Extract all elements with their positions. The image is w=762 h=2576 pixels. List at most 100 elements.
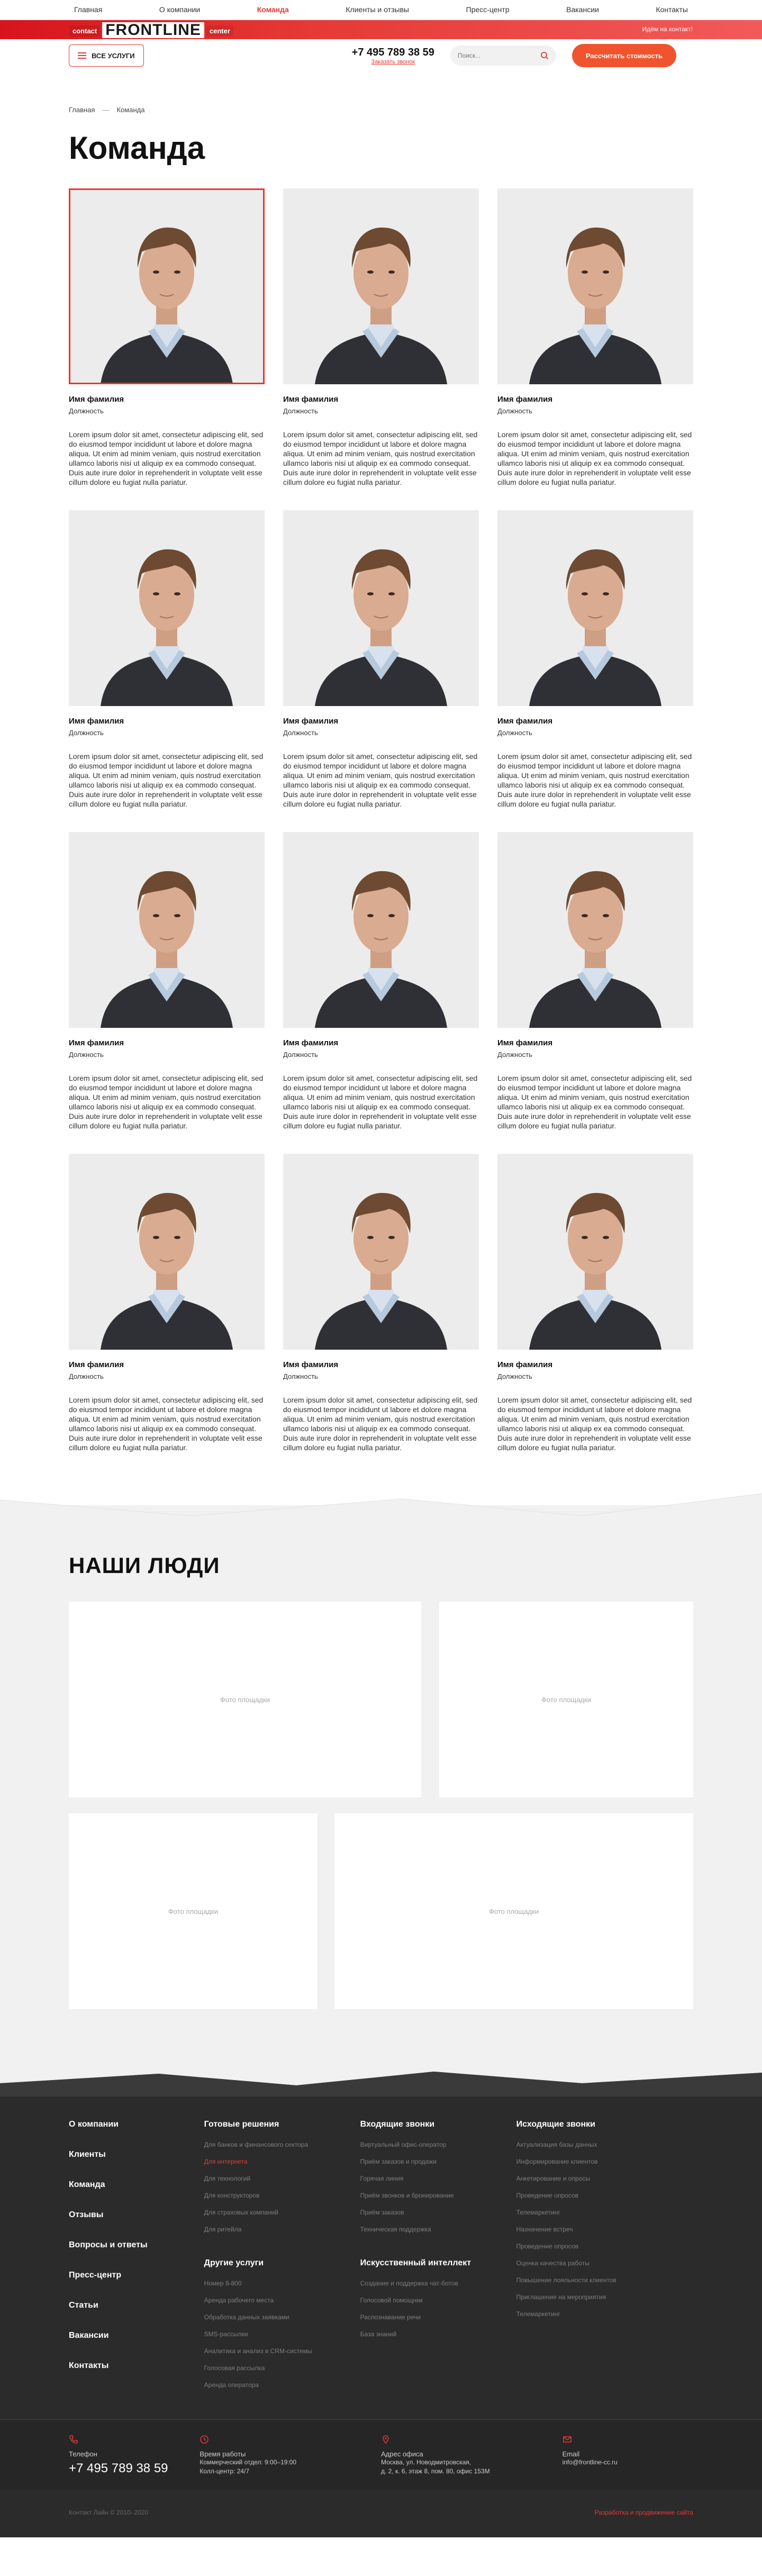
footer-link[interactable]: Актуализация базы данных xyxy=(516,2141,693,2148)
team-member-card[interactable]: Имя фамилия Должность Lorem ipsum dolor si… xyxy=(497,1154,693,1452)
footer-link[interactable]: Назначение встреч xyxy=(516,2226,693,2233)
footer-link[interactable]: Оценка качества работы xyxy=(516,2259,693,2267)
team-member-card[interactable]: Имя фамилия Должность Lorem ipsum dolor si… xyxy=(69,1154,265,1452)
nav-item[interactable]: Вакансии xyxy=(566,5,599,14)
calculate-price-button[interactable]: Рассчитать стоимость xyxy=(572,44,677,67)
team-member-card[interactable]: Имя фамилия Должность Lorem ipsum dolor si… xyxy=(497,832,693,1131)
team-member-photo[interactable] xyxy=(283,1154,479,1350)
nav-item[interactable]: Пресс-центр xyxy=(466,5,510,14)
team-member-card[interactable]: Имя фамилия Должность Lorem ipsum dolor si… xyxy=(283,832,479,1131)
footer-link[interactable]: Аренда рабочего места xyxy=(204,2297,360,2304)
footer-link[interactable]: Для технологий xyxy=(204,2175,360,2182)
logo-contact: contact xyxy=(69,25,101,37)
team-member-photo[interactable] xyxy=(497,832,693,1028)
all-services-button[interactable]: ВСЕ УСЛУГИ xyxy=(69,44,144,67)
footer-link[interactable]: Аналитика и анализ в CRM-системы xyxy=(204,2347,360,2355)
footer-link[interactable]: Обработка данных заявками xyxy=(204,2313,360,2321)
callback-link[interactable]: Заказать звонок xyxy=(352,59,434,65)
footer-link[interactable]: Голосовая рассылка xyxy=(204,2364,360,2372)
footer-link[interactable]: Приём звонков и бронирование xyxy=(360,2192,516,2199)
footer-link[interactable]: Контакты xyxy=(69,2361,204,2371)
search-icon[interactable] xyxy=(540,51,549,60)
team-member-photo[interactable] xyxy=(497,1154,693,1350)
footer-main-links: О компании Клиенты Команда Отзывы Вопросы и … xyxy=(69,2120,204,2398)
footer-link[interactable]: Приём заказов xyxy=(360,2209,516,2216)
footer-link[interactable]: Горячая линия xyxy=(360,2175,516,2182)
team-member-bio: Lorem ipsum dolor sit amet, consectetur … xyxy=(283,752,478,808)
team-member-card[interactable]: Имя фамилия Должность Lorem ipsum dolor si… xyxy=(283,1154,479,1452)
footer-link[interactable]: Номер 8-800 xyxy=(204,2280,360,2287)
nav-item[interactable]: Клиенты и отзывы xyxy=(346,5,409,14)
footer-link[interactable]: Техническая поддержка xyxy=(360,2226,516,2233)
footer-link[interactable]: Виртуальный офис-оператор xyxy=(360,2141,516,2148)
footer-link[interactable]: Приглашение на мероприятия xyxy=(516,2293,693,2301)
footer-link[interactable]: Проведение опросов xyxy=(516,2243,693,2250)
footer-address-block: Адрес офиса Москва, ул. Новодмитровская,… xyxy=(381,2435,563,2476)
footer-link[interactable]: Пресс-центр xyxy=(69,2271,204,2280)
team-member-card[interactable]: Имя фамилия Должность Lorem ipsum dolor si… xyxy=(497,510,693,809)
footer-link[interactable]: Статьи xyxy=(69,2301,204,2310)
footer-link[interactable]: Вопросы и ответы xyxy=(69,2240,204,2250)
nav-item[interactable]: Контакты xyxy=(656,5,687,14)
team-member-card[interactable]: Имя фамилия Должность Lorem ipsum dolor si… xyxy=(497,188,693,487)
footer-link[interactable]: Повышение лояльности клиентов xyxy=(516,2276,693,2284)
header-phone[interactable]: +7 495 789 38 59 xyxy=(352,47,434,59)
footer-link[interactable]: Вакансии xyxy=(69,2331,204,2340)
footer-phone[interactable]: +7 495 789 38 59 xyxy=(69,2461,199,2476)
team-member-card[interactable]: Имя фамилия Должность Lorem ipsum dolor si… xyxy=(69,188,265,487)
team-member-photo[interactable] xyxy=(283,832,479,1028)
footer-col-solutions: Готовые решения Для банков и финансового… xyxy=(204,2120,360,2398)
team-member-photo[interactable] xyxy=(69,510,265,706)
team-member-photo[interactable] xyxy=(283,188,479,384)
logo[interactable]: contact FRONTLINE center xyxy=(69,22,233,38)
footer-link[interactable]: База знаний xyxy=(360,2330,516,2338)
hours-label: Время работы xyxy=(199,2450,246,2458)
person-photo xyxy=(283,510,479,706)
search-input[interactable] xyxy=(457,52,540,59)
nav-item[interactable]: Главная xyxy=(74,5,102,14)
footer-link[interactable]: Телемаркетинг xyxy=(516,2310,693,2318)
footer-col-title: Входящие звонки xyxy=(360,2120,435,2129)
footer-link[interactable]: Проведение опросов xyxy=(516,2192,693,2199)
footer-link[interactable]: Для банков и финансового сектора xyxy=(204,2141,360,2148)
team-member-photo[interactable] xyxy=(69,1154,265,1350)
nav-item[interactable]: Команда xyxy=(257,5,289,14)
team-member-photo[interactable] xyxy=(69,832,265,1028)
mail-icon xyxy=(563,2436,572,2443)
footer-col-title: Искусственный интеллект xyxy=(360,2258,471,2267)
footer-link[interactable]: Анкетирование и опросы xyxy=(516,2175,693,2182)
footer-link[interactable]: Для конструкторов xyxy=(204,2192,360,2199)
team-member-photo[interactable] xyxy=(69,188,265,384)
breadcrumb-home[interactable]: Главная xyxy=(69,106,95,114)
footer-link[interactable]: Для страховых компаний xyxy=(204,2209,360,2216)
footer-link[interactable]: Информирование клиентов xyxy=(516,2158,693,2165)
menu-icon xyxy=(78,52,86,59)
footer-link[interactable]: Создание и поддержка чат-ботов xyxy=(360,2280,516,2287)
team-member-card[interactable]: Имя фамилия Должность Lorem ipsum dolor si… xyxy=(283,510,479,809)
footer-link[interactable]: Аренда оператора xyxy=(204,2381,360,2389)
team-member-photo[interactable] xyxy=(283,510,479,706)
team-member-photo[interactable] xyxy=(497,188,693,384)
footer-link[interactable]: Распознавание речи xyxy=(360,2313,516,2321)
footer-link[interactable]: Команда xyxy=(69,2180,204,2190)
footer-link[interactable]: Клиенты xyxy=(69,2150,204,2159)
band-slogan-link[interactable]: Идём на контакт! xyxy=(642,25,693,33)
footer-email[interactable]: info@frontline-cc.ru xyxy=(563,2458,693,2467)
developer-link[interactable]: Разработка и продвижение сайта xyxy=(595,2509,693,2516)
footer-link[interactable]: Приём заказов и продажи xyxy=(360,2158,516,2165)
footer-link[interactable]: SMS-рассылки xyxy=(204,2330,360,2338)
team-member-card[interactable]: Имя фамилия Должность Lorem ipsum dolor si… xyxy=(283,188,479,487)
person-photo xyxy=(497,510,693,706)
footer-link[interactable]: Голосовой помощник xyxy=(360,2297,516,2304)
team-member-photo[interactable] xyxy=(497,510,693,706)
team-member-card[interactable]: Имя фамилия Должность Lorem ipsum dolor si… xyxy=(69,832,265,1131)
footer-link[interactable]: Для ритейла xyxy=(204,2226,360,2233)
person-photo xyxy=(283,1154,479,1350)
footer-link[interactable]: Телемаркетинг xyxy=(516,2209,693,2216)
team-member-card[interactable]: Имя фамилия Должность Lorem ipsum dolor si… xyxy=(69,510,265,809)
nav-item[interactable]: О компании xyxy=(159,5,200,14)
footer-link[interactable]: О компании xyxy=(69,2120,204,2129)
footer-link[interactable]: Отзывы xyxy=(69,2210,204,2220)
footer-link[interactable]: Для интернета xyxy=(204,2158,360,2165)
person-photo xyxy=(69,188,265,384)
